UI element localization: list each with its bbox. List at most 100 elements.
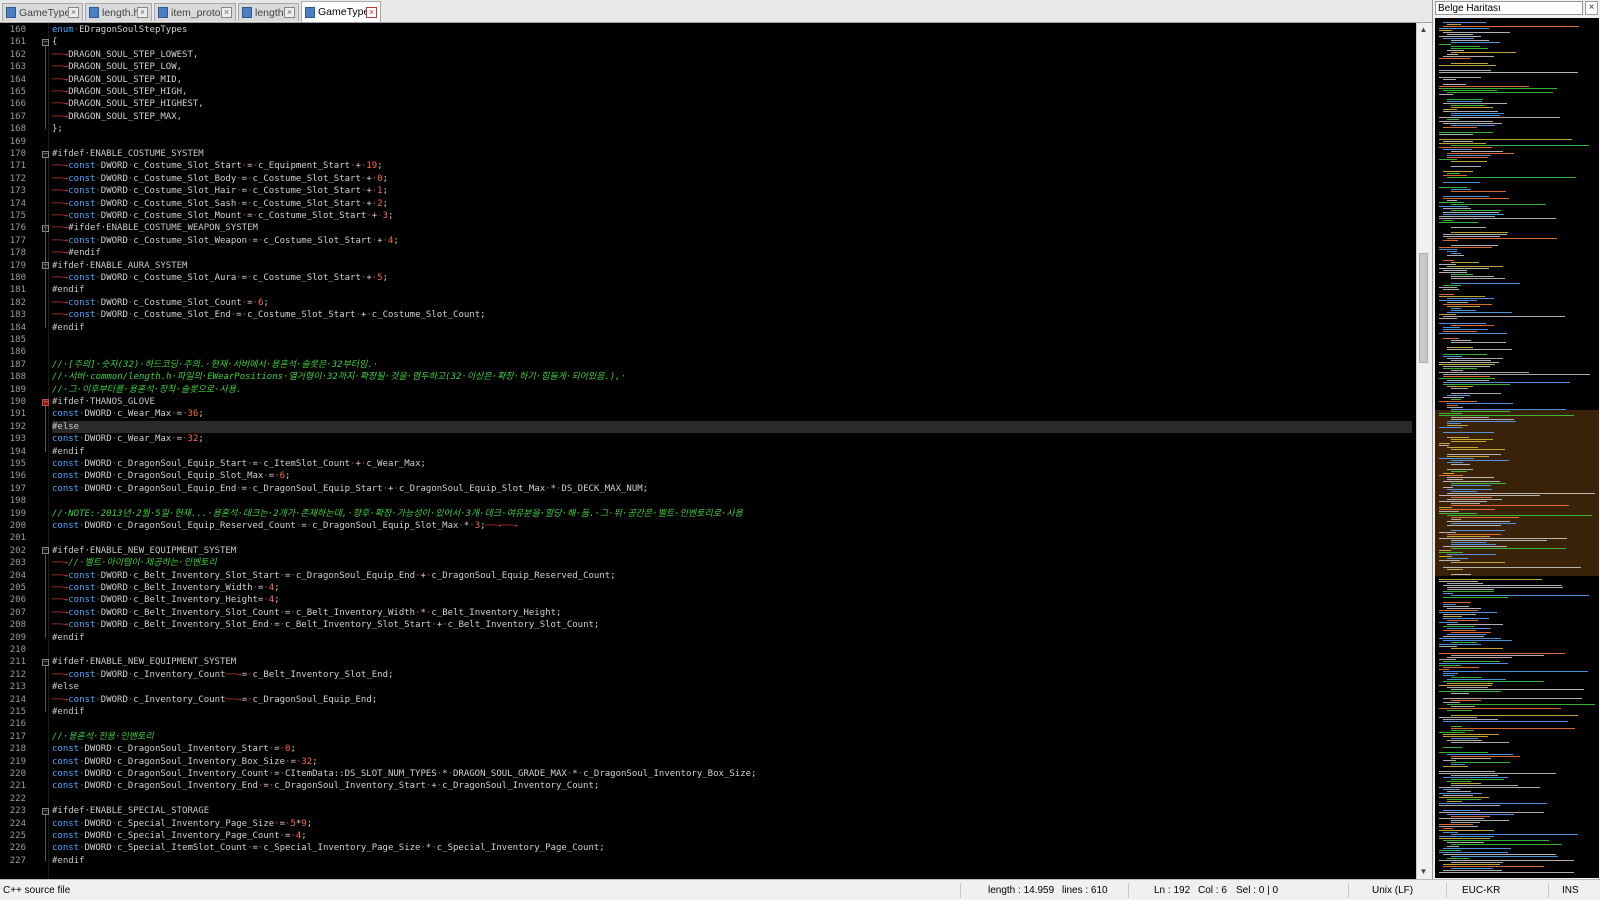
code-line[interactable]: const·DWORD·c_Wear_Max·=·36; bbox=[52, 408, 1412, 420]
code-line[interactable]: #ifdef·ENABLE_NEW_EQUIPMENT_SYSTEM bbox=[52, 656, 1412, 668]
code-line[interactable]: ──→DRAGON_SOUL_STEP_HIGHEST, bbox=[52, 98, 1412, 110]
scroll-down-icon[interactable]: ▼ bbox=[1417, 865, 1430, 879]
line-number: 220 bbox=[9, 769, 26, 779]
code-line[interactable]: #endif bbox=[52, 284, 1412, 296]
code-line[interactable]: ──→const·DWORD·c_Inventory_Count──→=·c_B… bbox=[52, 669, 1412, 681]
code-line[interactable]: const·DWORD·c_Special_ItemSlot_Count·=·c… bbox=[52, 842, 1412, 854]
line-number: 217 bbox=[9, 731, 26, 742]
code-line[interactable]: #else bbox=[52, 420, 1412, 434]
line-number: 211 bbox=[9, 657, 26, 668]
code-line[interactable]: ──→const·DWORD·c_Costume_Slot_End·=·c_Co… bbox=[52, 309, 1412, 321]
code-line[interactable]: enum·EDragonSoulStepTypes bbox=[52, 24, 1412, 36]
tab-1[interactable]: GameType.h× bbox=[2, 3, 83, 21]
scrollbar-thumb[interactable] bbox=[1419, 253, 1428, 363]
fold-toggle-icon[interactable]: − bbox=[42, 38, 49, 46]
tab-3[interactable]: item_proto.txt× bbox=[154, 3, 236, 21]
code-line[interactable]: { bbox=[52, 36, 1412, 48]
code-line[interactable]: //·서버·common/length.h·파일의·EWearPositions… bbox=[52, 371, 1412, 383]
code-line[interactable]: ──→DRAGON_SOUL_STEP_LOWEST, bbox=[52, 49, 1412, 61]
code-line[interactable]: ──→const·DWORD·c_Costume_Slot_Body·=·c_C… bbox=[52, 173, 1412, 185]
code-line[interactable]: const·DWORD·c_Special_Inventory_Page_Siz… bbox=[52, 818, 1412, 830]
code-line[interactable]: ──→const·DWORD·c_Costume_Slot_Weapon·=·c… bbox=[52, 235, 1412, 247]
code-line[interactable]: ──→const·DWORD·c_Belt_Inventory_Height=·… bbox=[52, 594, 1412, 606]
code-line[interactable]: const·DWORD·c_Wear_Max·=·32; bbox=[52, 433, 1412, 445]
code-line[interactable]: ──→//·벨트·아이템이·제공하는·인벤토리 bbox=[52, 557, 1412, 569]
close-icon[interactable]: × bbox=[366, 6, 377, 18]
code-line[interactable]: ──→const·DWORD·c_Costume_Slot_Sash·=·c_C… bbox=[52, 198, 1412, 210]
code-line[interactable]: const·DWORD·c_DragonSoul_Equip_Start·=·c… bbox=[52, 458, 1412, 470]
fold-toggle-icon[interactable]: − bbox=[42, 398, 49, 406]
code-line[interactable]: #endif bbox=[52, 446, 1412, 458]
code-line[interactable]: ──→const·DWORD·c_Costume_Slot_Mount·=·c_… bbox=[52, 210, 1412, 222]
code-line[interactable]: //·NOTE:·2013년·2월·5일·현재...·용혼석·데크는·2개가·존… bbox=[52, 508, 1412, 520]
code-line[interactable]: #endif bbox=[52, 706, 1412, 718]
code-line[interactable]: #else bbox=[52, 681, 1412, 693]
document-map-close-button[interactable]: × bbox=[1585, 1, 1598, 15]
code-line[interactable]: ──→const·DWORD·c_Costume_Slot_Start·=·c_… bbox=[52, 160, 1412, 172]
fold-toggle-icon[interactable]: − bbox=[42, 547, 49, 555]
code-line[interactable]: ──→DRAGON_SOUL_STEP_HIGH, bbox=[52, 86, 1412, 98]
code-line[interactable]: //·그·이후부터를·용혼석·장착·슬롯으로·사용. bbox=[52, 384, 1412, 396]
code-line[interactable]: ──→DRAGON_SOUL_STEP_LOW, bbox=[52, 61, 1412, 73]
fold-toggle-icon[interactable]: − bbox=[42, 150, 49, 158]
code-line[interactable] bbox=[52, 532, 1412, 544]
code-line[interactable]: const·DWORD·c_Special_Inventory_Page_Cou… bbox=[52, 830, 1412, 842]
code-line[interactable] bbox=[52, 346, 1412, 358]
code-line[interactable]: const·DWORD·c_DragonSoul_Inventory_Count… bbox=[52, 768, 1412, 780]
fold-toggle-icon[interactable]: − bbox=[42, 807, 49, 815]
code-line[interactable]: const·DWORD·c_DragonSoul_Inventory_Box_S… bbox=[52, 756, 1412, 768]
fold-guide bbox=[45, 269, 46, 291]
code-line[interactable]: #ifdef·ENABLE_AURA_SYSTEM bbox=[52, 260, 1412, 272]
code-line[interactable] bbox=[52, 793, 1412, 805]
code-line[interactable]: #ifdef·THANOS_GLOVE bbox=[52, 396, 1412, 408]
code-line[interactable]: ──→const·DWORD·c_Belt_Inventory_Slot_End… bbox=[52, 619, 1412, 631]
code-line[interactable] bbox=[52, 644, 1412, 656]
code-line[interactable]: ──→const·DWORD·c_Belt_Inventory_Slot_Sta… bbox=[52, 570, 1412, 582]
tab-4[interactable]: length.h× bbox=[238, 3, 299, 21]
code-line[interactable]: #endif bbox=[52, 632, 1412, 644]
code-editor[interactable]: 160 161−162 163 164 165 166 167 168 169 170−171 17… bbox=[0, 23, 1416, 879]
code-line[interactable]: //·용혼석·전용·인벤토리 bbox=[52, 731, 1412, 743]
code-line[interactable]: ──→const·DWORD·c_Belt_Inventory_Slot_Cou… bbox=[52, 607, 1412, 619]
code-line[interactable]: const·DWORD·c_DragonSoul_Equip_End·=·c_D… bbox=[52, 483, 1412, 495]
code-line[interactable] bbox=[52, 136, 1412, 148]
code-line[interactable]: ──→#endif bbox=[52, 247, 1412, 259]
tab-label: length.h bbox=[102, 6, 137, 19]
tab-2[interactable]: length.h × bbox=[85, 3, 152, 21]
line-number: 225 bbox=[9, 831, 26, 841]
code-line[interactable]: #ifdef·ENABLE_NEW_EQUIPMENT_SYSTEM bbox=[52, 545, 1412, 557]
code-line[interactable]: #ifdef·ENABLE_COSTUME_SYSTEM bbox=[52, 148, 1412, 160]
close-icon[interactable]: × bbox=[137, 7, 148, 18]
code-line[interactable]: ──→const·DWORD·c_Belt_Inventory_Width·=·… bbox=[52, 582, 1412, 594]
code-line[interactable] bbox=[52, 718, 1412, 730]
code-line[interactable]: #endif bbox=[52, 855, 1412, 867]
document-map-preview[interactable] bbox=[1435, 18, 1599, 878]
code-area[interactable]: enum·EDragonSoulStepTypes{──→DRAGON_SOUL… bbox=[52, 23, 1412, 879]
code-line[interactable]: ──→const·DWORD·c_Costume_Slot_Hair·=·c_C… bbox=[52, 185, 1412, 197]
code-line[interactable]: ──→const·DWORD·c_Costume_Slot_Count·=·6; bbox=[52, 297, 1412, 309]
code-line[interactable]: ──→#ifdef·ENABLE_COSTUME_WEAPON_SYSTEM bbox=[52, 222, 1412, 234]
scroll-up-icon[interactable]: ▲ bbox=[1417, 23, 1430, 37]
code-line[interactable]: #ifdef·ENABLE_SPECIAL_STORAGE bbox=[52, 805, 1412, 817]
code-line[interactable]: //·[주의]·숫자(32)·하드코딩·주의.·현재·서버에서·용혼석·슬롯은·… bbox=[52, 359, 1412, 371]
code-line[interactable]: ──→const·DWORD·c_Costume_Slot_Aura·=·c_C… bbox=[52, 272, 1412, 284]
code-line[interactable]: const·DWORD·c_DragonSoul_Equip_Slot_Max·… bbox=[52, 470, 1412, 482]
line-number: 216 bbox=[9, 719, 26, 730]
code-line[interactable]: ──→DRAGON_SOUL_STEP_MID, bbox=[52, 74, 1412, 86]
code-line[interactable]: const·DWORD·c_DragonSoul_Equip_Reserved_… bbox=[52, 520, 1412, 532]
code-line[interactable]: const·DWORD·c_DragonSoul_Inventory_Start… bbox=[52, 743, 1412, 755]
code-line[interactable]: }; bbox=[52, 123, 1412, 135]
code-line[interactable] bbox=[52, 334, 1412, 346]
close-icon[interactable]: × bbox=[221, 7, 232, 18]
code-line[interactable] bbox=[52, 495, 1412, 507]
fold-guide bbox=[45, 232, 46, 254]
close-icon[interactable]: × bbox=[284, 7, 295, 18]
code-line[interactable]: #endif bbox=[52, 322, 1412, 334]
close-icon[interactable]: × bbox=[68, 7, 79, 18]
tab-5[interactable]: GameType.h× bbox=[301, 1, 381, 22]
code-line[interactable]: ──→DRAGON_SOUL_STEP_MAX, bbox=[52, 111, 1412, 123]
fold-toggle-icon[interactable]: − bbox=[42, 658, 49, 666]
code-line[interactable]: ──→const·DWORD·c_Inventory_Count──→=·c_D… bbox=[52, 694, 1412, 706]
code-line[interactable]: const·DWORD·c_DragonSoul_Inventory_End·=… bbox=[52, 780, 1412, 792]
vertical-scrollbar[interactable]: ▲ ▼ bbox=[1416, 23, 1430, 879]
